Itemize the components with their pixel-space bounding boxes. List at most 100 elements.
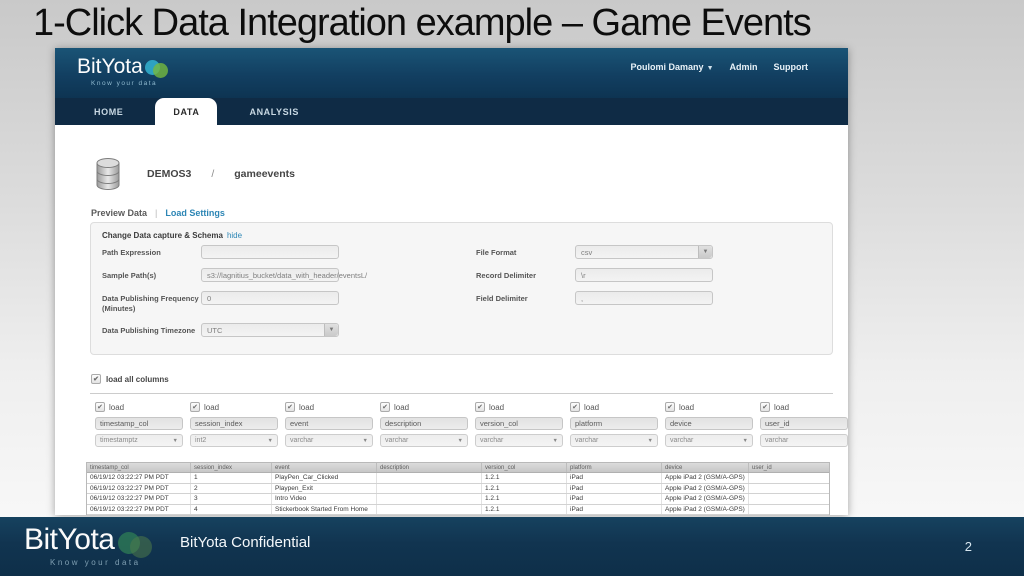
footer-tagline: Know your data xyxy=(50,557,141,567)
column-type-value: varchar xyxy=(670,437,694,444)
form-column-left: Path Expression Sample Path(s) s3://lagnit… xyxy=(102,245,442,338)
column-name-input[interactable]: timestamp_col xyxy=(95,417,183,430)
chevron-down-icon[interactable]: ▼ xyxy=(698,246,712,258)
form-row-left-2: Data Publishing Frequency (Minutes) 0 xyxy=(102,291,442,314)
column-type-select[interactable]: timestamptz ▼ xyxy=(95,434,183,447)
table-cell: 1 xyxy=(191,473,272,483)
field-input[interactable]: , xyxy=(575,291,713,305)
field-input[interactable]: 0 xyxy=(201,291,339,305)
load-checkbox[interactable]: ✔ xyxy=(190,402,200,412)
field-input[interactable]: s3://lagnitius_bucket/data_with_header/e… xyxy=(201,268,367,282)
app-screenshot: BitYota Know your data Poulomi Damany ▼ A… xyxy=(55,48,848,515)
database-icon xyxy=(96,158,120,190)
load-all-columns: ✔ load all columns xyxy=(91,374,169,384)
column-name-input[interactable]: session_index xyxy=(190,417,278,430)
column-type-value: varchar xyxy=(765,437,789,444)
column-type-select[interactable]: varchar▼ xyxy=(760,434,848,447)
load-checkbox[interactable]: ✔ xyxy=(380,402,390,412)
load-all-checkbox[interactable]: ✔ xyxy=(91,374,101,384)
column-type-select[interactable]: varchar ▼ xyxy=(570,434,658,447)
app-content: DEMOS3 / gameevents Preview Data | Load … xyxy=(55,125,848,515)
column-name-input[interactable]: user_id xyxy=(760,417,848,430)
bityota-logo-text: BitYota xyxy=(77,55,143,78)
table-cell: 1.2.1 xyxy=(482,504,567,514)
column-type-value: varchar xyxy=(575,437,599,444)
column-type-select[interactable]: varchar▼ xyxy=(475,434,563,447)
table-cell: 4 xyxy=(191,504,272,514)
field-label: Data Publishing Frequency (Minutes) xyxy=(102,294,199,314)
load-label: load xyxy=(109,402,125,412)
load-checkbox[interactable]: ✔ xyxy=(95,402,105,412)
table-cell: Apple iPad 2 (GSM/A-GPS) xyxy=(662,494,749,504)
load-checkbox[interactable]: ✔ xyxy=(760,402,770,412)
column-editor-version_col: ✔ load version_col varchar ▼ xyxy=(475,400,563,447)
table-header-cell: session_index xyxy=(191,463,272,472)
breadcrumb-table[interactable]: gameevents xyxy=(234,168,295,180)
column-type-select[interactable]: int2 ▼ xyxy=(190,434,278,447)
column-name-input[interactable]: platform xyxy=(570,417,658,430)
admin-link[interactable]: Admin xyxy=(730,62,758,72)
load-label: load xyxy=(299,402,315,412)
footer-logo-icon xyxy=(118,531,154,558)
tab-analysis[interactable]: ANALYSIS xyxy=(235,98,312,125)
load-checkbox-row: ✔ load xyxy=(475,400,563,414)
subnav-load-settings[interactable]: Load Settings xyxy=(165,208,225,218)
table-header-cell: description xyxy=(377,463,482,472)
column-type-value: varchar xyxy=(480,437,504,444)
column-name-input[interactable]: event xyxy=(285,417,373,430)
column-type-value: int2 xyxy=(195,437,207,444)
field-input[interactable] xyxy=(201,245,339,259)
field-select[interactable]: csv ▼ xyxy=(575,245,713,259)
field-select[interactable]: UTC ▼ xyxy=(201,323,339,338)
column-type-select[interactable]: varchar ▼ xyxy=(380,434,468,447)
support-link[interactable]: Support xyxy=(774,62,809,72)
chevron-down-icon: ▼ xyxy=(457,437,463,444)
chevron-down-icon[interactable]: ▼ xyxy=(324,324,338,337)
table-cell: PlayPen_Car_Clicked xyxy=(272,473,377,483)
table-header-cell: platform xyxy=(567,463,662,472)
load-checkbox[interactable]: ✔ xyxy=(570,402,580,412)
table-cell: 06/19/12 03:22:27 PM PDT xyxy=(87,473,191,483)
subnav-preview-data[interactable]: Preview Data xyxy=(91,208,147,218)
column-type-value: varchar xyxy=(385,437,409,444)
table-cell xyxy=(377,504,482,514)
chevron-down-icon: ▼ xyxy=(172,437,178,444)
table-header-cell: version_col xyxy=(482,463,567,472)
breadcrumb-database[interactable]: DEMOS3 xyxy=(147,168,191,180)
table-cell xyxy=(377,473,482,483)
main-tab-bar: HOME DATA ANALYSIS xyxy=(55,98,848,125)
table-row: 06/19/12 03:22:27 PM PDT 1 PlayPen_Car_Cli… xyxy=(87,473,829,484)
table-cell: 1.2.1 xyxy=(482,494,567,504)
user-menu[interactable]: Poulomi Damany ▼ xyxy=(631,62,714,72)
tab-home[interactable]: HOME xyxy=(80,98,137,125)
subnav: Preview Data | Load Settings xyxy=(91,208,225,218)
tab-data[interactable]: DATA xyxy=(155,98,218,125)
column-editor-session_index: ✔ load session_index int2 ▼ xyxy=(190,400,278,447)
column-editor-timestamp_col: ✔ load timestamp_col timestamptz ▼ xyxy=(95,400,183,447)
field-input[interactable]: \r xyxy=(575,268,713,282)
column-name-input[interactable]: description xyxy=(380,417,468,430)
table-cell: Stickerbook Started From Home xyxy=(272,504,377,514)
field-label: Record Delimiter xyxy=(476,271,537,280)
load-checkbox[interactable]: ✔ xyxy=(475,402,485,412)
table-row: 06/19/12 03:22:27 PM PDT 4 Stickerbook Sta… xyxy=(87,504,829,515)
hide-link[interactable]: hide xyxy=(227,231,242,240)
slide-footer: BitYota Know your data BitYota Confident… xyxy=(0,517,1024,576)
column-editors: ✔ load timestamp_col timestamptz ▼ ✔ load sessi… xyxy=(95,400,848,447)
column-type-select[interactable]: varchar▼ xyxy=(285,434,373,447)
table-cell: 06/19/12 03:22:27 PM PDT xyxy=(87,483,191,493)
panel-heading: Change Data capture & Schema hide xyxy=(102,231,242,240)
load-checkbox[interactable]: ✔ xyxy=(285,402,295,412)
column-name-input[interactable]: device xyxy=(665,417,753,430)
column-editor-platform: ✔ load platform varchar ▼ xyxy=(570,400,658,447)
column-type-select[interactable]: varchar ▼ xyxy=(665,434,753,447)
chevron-down-icon: ▼ xyxy=(742,437,748,444)
chevron-down-icon: ▼ xyxy=(267,437,273,444)
chevron-down-icon: ▼ xyxy=(647,437,653,444)
chevron-down-icon: ▼ xyxy=(362,437,368,444)
load-checkbox[interactable]: ✔ xyxy=(665,402,675,412)
field-label: Path Expression xyxy=(102,248,161,257)
field-select-value: csv xyxy=(581,247,593,257)
form-row-left-3: Data Publishing Timezone UTC ▼ xyxy=(102,323,442,338)
column-name-input[interactable]: version_col xyxy=(475,417,563,430)
